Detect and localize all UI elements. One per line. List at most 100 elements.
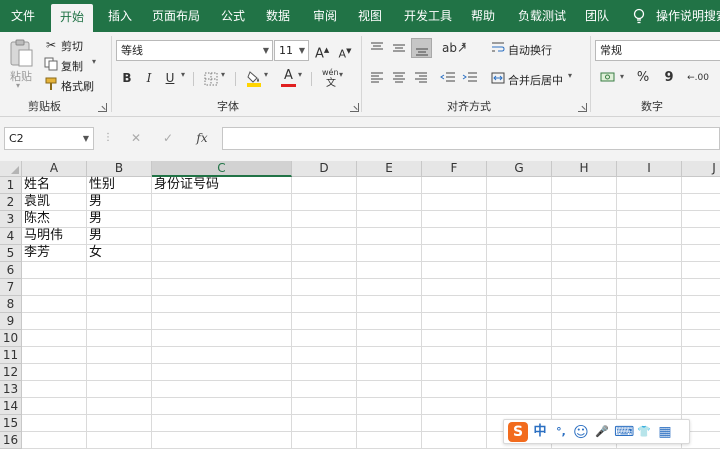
number-format-select[interactable]: 常规 (595, 40, 720, 61)
row-header-16[interactable]: 16 (0, 432, 22, 449)
cell-d6[interactable] (292, 262, 357, 279)
cell-j10[interactable] (682, 330, 720, 347)
font-color-button[interactable]: A (281, 68, 296, 84)
align-left-icon[interactable] (370, 72, 384, 84)
cell-b11[interactable] (87, 347, 152, 364)
ime-mode-button[interactable]: 中 (532, 423, 548, 441)
cell-c6[interactable] (152, 262, 292, 279)
tab-formulas[interactable]: 公式 (221, 0, 245, 32)
comma-style-button[interactable]: 9 (662, 70, 676, 86)
cell-i3[interactable] (617, 211, 682, 228)
tell-me-search[interactable]: 操作说明搜索 (656, 0, 720, 32)
cell-h12[interactable] (552, 364, 617, 381)
cell-j9[interactable] (682, 313, 720, 330)
percent-button[interactable]: % (636, 70, 650, 86)
tab-insert[interactable]: 插入 (108, 0, 132, 32)
cell-e4[interactable] (357, 228, 422, 245)
cell-a6[interactable] (22, 262, 87, 279)
font-color-dropdown-icon[interactable]: ▾ (298, 70, 302, 79)
insert-function-icon[interactable]: fx (193, 130, 211, 146)
cell-b7[interactable] (87, 279, 152, 296)
wrap-text-icon[interactable] (491, 41, 505, 55)
cell-g12[interactable] (487, 364, 552, 381)
tab-help[interactable]: 帮助 (471, 0, 495, 32)
cell-i6[interactable] (617, 262, 682, 279)
cell-f9[interactable] (422, 313, 487, 330)
cell-j3[interactable] (682, 211, 720, 228)
cell-g3[interactable] (487, 211, 552, 228)
cell-b3[interactable]: 男 (87, 211, 152, 228)
cell-f6[interactable] (422, 262, 487, 279)
cell-i13[interactable] (617, 381, 682, 398)
cell-f5[interactable] (422, 245, 487, 262)
lightbulb-icon[interactable] (632, 8, 646, 24)
cell-e7[interactable] (357, 279, 422, 296)
cell-e11[interactable] (357, 347, 422, 364)
clipboard-launcher-icon[interactable] (98, 103, 107, 112)
cell-g4[interactable] (487, 228, 552, 245)
merge-dropdown-icon[interactable]: ▾ (568, 71, 572, 80)
bold-button[interactable]: B (120, 70, 134, 86)
cell-a9[interactable] (22, 313, 87, 330)
cell-d10[interactable] (292, 330, 357, 347)
phonetic-dropdown-icon[interactable]: ▾ (339, 70, 343, 79)
cell-i2[interactable] (617, 194, 682, 211)
cell-a15[interactable] (22, 415, 87, 432)
cell-b13[interactable] (87, 381, 152, 398)
cell-e10[interactable] (357, 330, 422, 347)
cell-e15[interactable] (357, 415, 422, 432)
column-header-j[interactable]: J (682, 161, 720, 177)
cell-f16[interactable] (422, 432, 487, 449)
cell-j7[interactable] (682, 279, 720, 296)
merge-center-button[interactable]: 合并后居中 (508, 72, 563, 88)
cell-d1[interactable] (292, 177, 357, 194)
cell-d13[interactable] (292, 381, 357, 398)
row-header-13[interactable]: 13 (0, 381, 22, 398)
alignment-launcher-icon[interactable] (578, 103, 587, 112)
cell-g7[interactable] (487, 279, 552, 296)
cell-i10[interactable] (617, 330, 682, 347)
cell-d14[interactable] (292, 398, 357, 415)
borders-icon[interactable] (204, 72, 218, 86)
confirm-entry-icon[interactable]: ✓ (161, 130, 175, 146)
paste-dropdown-icon[interactable]: ▾ (16, 81, 20, 90)
cell-c5[interactable] (152, 245, 292, 262)
cell-e8[interactable] (357, 296, 422, 313)
format-painter-icon[interactable] (44, 77, 58, 91)
cell-d5[interactable] (292, 245, 357, 262)
cell-d16[interactable] (292, 432, 357, 449)
cell-i8[interactable] (617, 296, 682, 313)
row-header-14[interactable]: 14 (0, 398, 22, 415)
cell-j12[interactable] (682, 364, 720, 381)
cell-g9[interactable] (487, 313, 552, 330)
microphone-icon[interactable]: 🎤 (593, 423, 611, 441)
paste-icon[interactable] (8, 38, 34, 68)
shrink-font-button[interactable]: A▼ (338, 43, 352, 63)
cell-a7[interactable] (22, 279, 87, 296)
orientation-dropdown-icon[interactable]: ▾ (462, 40, 466, 49)
grow-font-button[interactable]: A▲ (315, 42, 329, 62)
cell-b15[interactable] (87, 415, 152, 432)
cell-d11[interactable] (292, 347, 357, 364)
cell-b16[interactable] (87, 432, 152, 449)
row-header-1[interactable]: 1 (0, 177, 22, 194)
tab-load-test[interactable]: 负载测试 (518, 0, 566, 32)
cell-d7[interactable] (292, 279, 357, 296)
cell-e2[interactable] (357, 194, 422, 211)
decrease-indent-icon[interactable] (440, 72, 456, 84)
cell-f1[interactable] (422, 177, 487, 194)
copy-icon[interactable] (44, 57, 58, 71)
cell-b5[interactable]: 女 (87, 245, 152, 262)
cell-d2[interactable] (292, 194, 357, 211)
cell-c1[interactable]: 身份证号码 (152, 177, 292, 194)
cell-f14[interactable] (422, 398, 487, 415)
cell-j2[interactable] (682, 194, 720, 211)
italic-button[interactable]: I (142, 70, 156, 86)
cell-j5[interactable] (682, 245, 720, 262)
cell-i1[interactable] (617, 177, 682, 194)
cell-i5[interactable] (617, 245, 682, 262)
cell-b8[interactable] (87, 296, 152, 313)
column-header-f[interactable]: F (422, 161, 487, 177)
cell-g14[interactable] (487, 398, 552, 415)
cell-f3[interactable] (422, 211, 487, 228)
